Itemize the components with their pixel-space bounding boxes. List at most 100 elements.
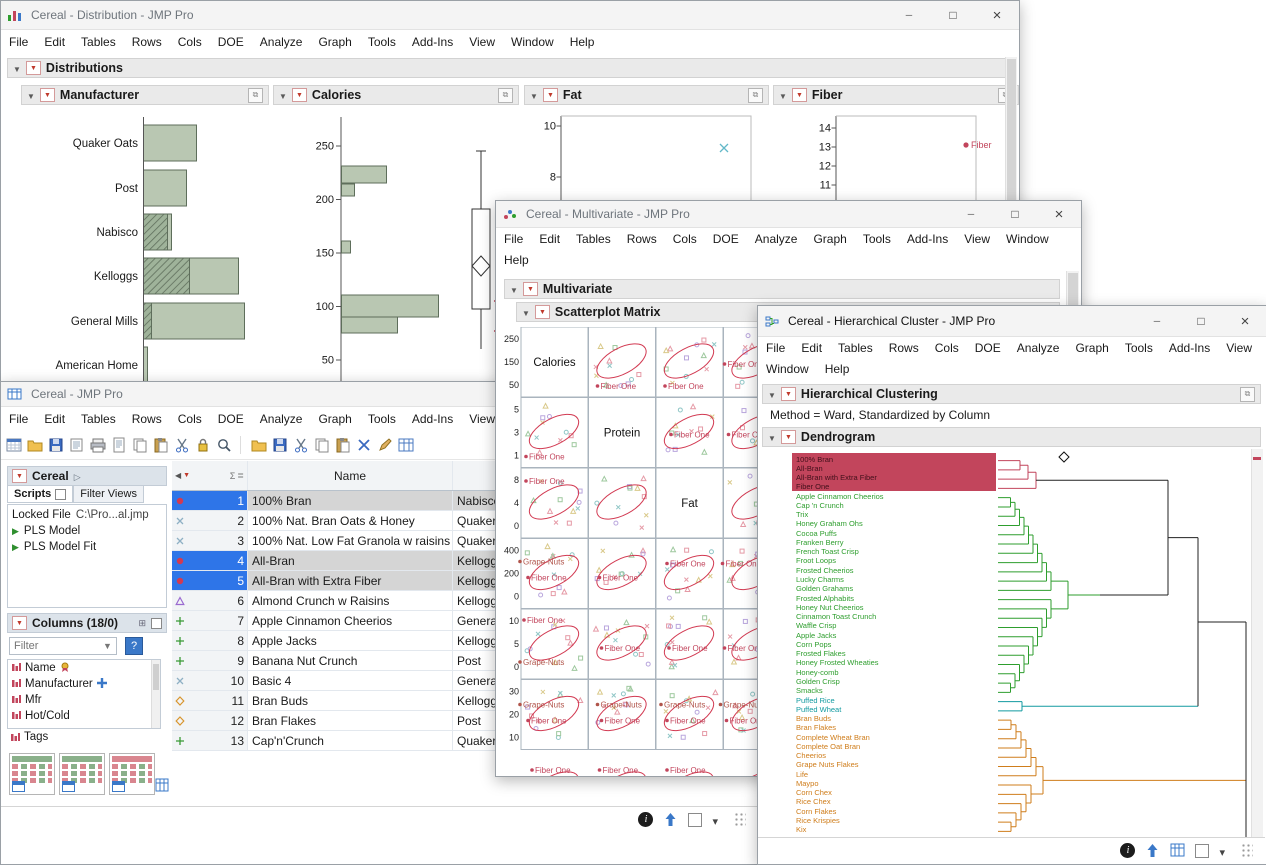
checkbox-icon[interactable] <box>55 489 66 500</box>
multi-menu-edit[interactable]: Edit <box>531 230 568 248</box>
dendrogram-leaf-all-bran-with-extra-fiber[interactable]: All-Bran with Extra Fiber <box>796 473 877 482</box>
row-header[interactable]: 10 <box>172 671 248 690</box>
dendrogram-leaf-cinnamon-toast-crunch[interactable]: Cinnamon Toast Crunch <box>796 612 876 621</box>
dendrogram-leaf-waffle-crisp[interactable]: Waffle Crisp <box>796 621 836 630</box>
row-header[interactable]: 1 <box>172 491 248 510</box>
cluster-menu-help[interactable]: Help <box>817 360 858 378</box>
disclosure-icon[interactable] <box>510 282 518 296</box>
help-button[interactable]: ? <box>125 637 143 655</box>
row-header[interactable]: 13 <box>172 731 248 750</box>
sum-icon[interactable]: Σ <box>230 471 236 481</box>
panel-header-fiber[interactable]: Fiber <box>773 85 1019 105</box>
cluster-menu-analyze[interactable]: Analyze <box>1009 339 1068 357</box>
dendrogram-leaf-life[interactable]: Life <box>796 770 808 779</box>
table-panel-toggle-icon[interactable]: ◀ <box>175 471 181 480</box>
dendrogram-leaf-bran-flakes[interactable]: Bran Flakes <box>796 723 836 732</box>
red-triangle-menu-icon[interactable] <box>12 616 27 630</box>
resize-grip[interactable] <box>734 812 746 826</box>
dendrogram-leaf-trix[interactable]: Trix <box>796 510 808 519</box>
name-cell[interactable]: 100% Nat. Bran Oats & Honey <box>248 511 453 530</box>
panel-tools-icon[interactable] <box>498 88 513 103</box>
dendrogram-leaf-rice-chex[interactable]: Rice Chex <box>796 797 831 806</box>
dendrogram-leaf-grape-nuts-flakes[interactable]: Grape Nuts Flakes <box>796 760 859 769</box>
red-triangle-menu-icon[interactable] <box>781 430 796 444</box>
dendrogram-leaf-bran-buds[interactable]: Bran Buds <box>796 714 831 723</box>
cluster-menu-edit[interactable]: Edit <box>793 339 830 357</box>
dendrogram-leaf-lucky-charms[interactable]: Lucky Charms <box>796 575 844 584</box>
panel-tools-icon[interactable] <box>748 88 763 103</box>
columns-filter-input[interactable] <box>9 637 117 655</box>
row-header[interactable]: 2 <box>172 511 248 530</box>
dendrogram-tree[interactable] <box>998 449 1260 843</box>
cluster-menu-file[interactable]: File <box>758 339 793 357</box>
dendrogram-leaf-golden-crisp[interactable]: Golden Crisp <box>796 677 840 686</box>
columns-panel-header[interactable]: Columns (18/0) ⊞ <box>7 613 167 633</box>
name-cell[interactable]: All-Bran <box>248 551 453 570</box>
dendrogram-leaf-fiber-one[interactable]: Fiber One <box>796 482 829 491</box>
multi-menu-cols[interactable]: Cols <box>665 230 705 248</box>
red-triangle-menu-icon[interactable] <box>12 469 27 483</box>
red-triangle-menu-icon[interactable] <box>781 387 796 401</box>
multi-menu-add-ins[interactable]: Add-Ins <box>899 230 956 248</box>
red-triangle-menu-icon[interactable] <box>523 282 538 296</box>
dendrogram-leaf-cheerios[interactable]: Cheerios <box>796 751 826 760</box>
dendrogram-leaf-honey-graham-ohs[interactable]: Honey Graham Ohs <box>796 519 863 528</box>
report-tools-icon[interactable] <box>1240 387 1255 402</box>
row-header[interactable]: 11 <box>172 691 248 710</box>
dist-menu-analyze[interactable]: Analyze <box>252 33 311 51</box>
columns-tools-icon[interactable]: ⊞ <box>138 618 146 629</box>
row-header[interactable]: 12 <box>172 711 248 730</box>
table-menu-doe[interactable]: DOE <box>210 410 252 428</box>
info-icon[interactable]: i <box>638 812 653 827</box>
dendrogram-leaf-rice-krispies[interactable]: Rice Krispies <box>796 816 840 825</box>
close-button[interactable] <box>975 1 1019 29</box>
table-menu-file[interactable]: File <box>1 410 36 428</box>
dendrogram-leaf-complete-wheat-bran[interactable]: Complete Wheat Bran <box>796 733 870 742</box>
table-menu-analyze[interactable]: Analyze <box>252 410 311 428</box>
dist-menu-edit[interactable]: Edit <box>36 33 73 51</box>
dendrogram-leaf-puffed-rice[interactable]: Puffed Rice <box>796 696 835 705</box>
cluster-menu-view[interactable]: View <box>1218 339 1260 357</box>
fiber-chart[interactable]: 1413121110Fiber <box>773 109 1019 204</box>
dendrogram-leaf-puffed-wheat[interactable]: Puffed Wheat <box>796 705 841 714</box>
multi-menu-tools[interactable]: Tools <box>855 230 899 248</box>
dendrogram-header[interactable]: Dendrogram <box>762 427 1261 447</box>
table-menu-add-ins[interactable]: Add-Ins <box>404 410 461 428</box>
scrollbar[interactable] <box>1251 449 1263 841</box>
dist-menu-help[interactable]: Help <box>562 33 603 51</box>
cluster-menu-graph[interactable]: Graph <box>1067 339 1116 357</box>
multi-menu-doe[interactable]: DOE <box>705 230 747 248</box>
table-menu-tools[interactable]: Tools <box>360 410 404 428</box>
name-cell[interactable]: Banana Nut Crunch <box>248 651 453 670</box>
red-triangle-menu-icon[interactable] <box>26 61 41 75</box>
cluster-menu-tables[interactable]: Tables <box>830 339 881 357</box>
table-thumbnail[interactable] <box>59 753 105 795</box>
hierarchical-clustering-header[interactable]: Hierarchical Clustering <box>762 384 1261 404</box>
table-menu-graph[interactable]: Graph <box>310 410 359 428</box>
table-menu-cols[interactable]: Cols <box>170 410 210 428</box>
row-header[interactable]: 9 <box>172 651 248 670</box>
columns-list-scrollbar[interactable] <box>151 660 160 728</box>
lock-icon[interactable] <box>194 436 212 454</box>
dendrogram-leaf-froot-loops[interactable]: Froot Loops <box>796 556 836 565</box>
disclosure-icon[interactable] <box>279 88 287 102</box>
name-cell[interactable]: All-Bran with Extra Fiber <box>248 571 453 590</box>
dendrogram-leaf-honey-frosted-wheaties[interactable]: Honey Frosted Wheaties <box>796 658 879 667</box>
minimize-button[interactable] <box>1135 306 1179 336</box>
upload-icon[interactable] <box>663 812 678 827</box>
multi-menu-window[interactable]: Window <box>998 230 1057 248</box>
fat-chart[interactable]: 108 <box>524 109 769 204</box>
dendrogram-leaf-corn-chex[interactable]: Corn Chex <box>796 788 832 797</box>
column-item-mfr[interactable]: Mfr <box>8 692 160 708</box>
dist-menu-tables[interactable]: Tables <box>73 33 124 51</box>
disclosure-icon[interactable] <box>530 88 538 102</box>
dist-menu-rows[interactable]: Rows <box>124 33 170 51</box>
disclosure-icon[interactable] <box>779 88 787 102</box>
dist-menu-doe[interactable]: DOE <box>210 33 252 51</box>
checkbox-icon[interactable] <box>151 618 162 629</box>
script-item-pls-model[interactable]: ▶PLS Model <box>12 523 162 539</box>
resize-grip[interactable] <box>1241 843 1253 857</box>
tab-filter-views[interactable]: Filter Views <box>73 486 144 503</box>
dist-menu-add-ins[interactable]: Add-Ins <box>404 33 461 51</box>
dist-menu-window[interactable]: Window <box>503 33 562 51</box>
